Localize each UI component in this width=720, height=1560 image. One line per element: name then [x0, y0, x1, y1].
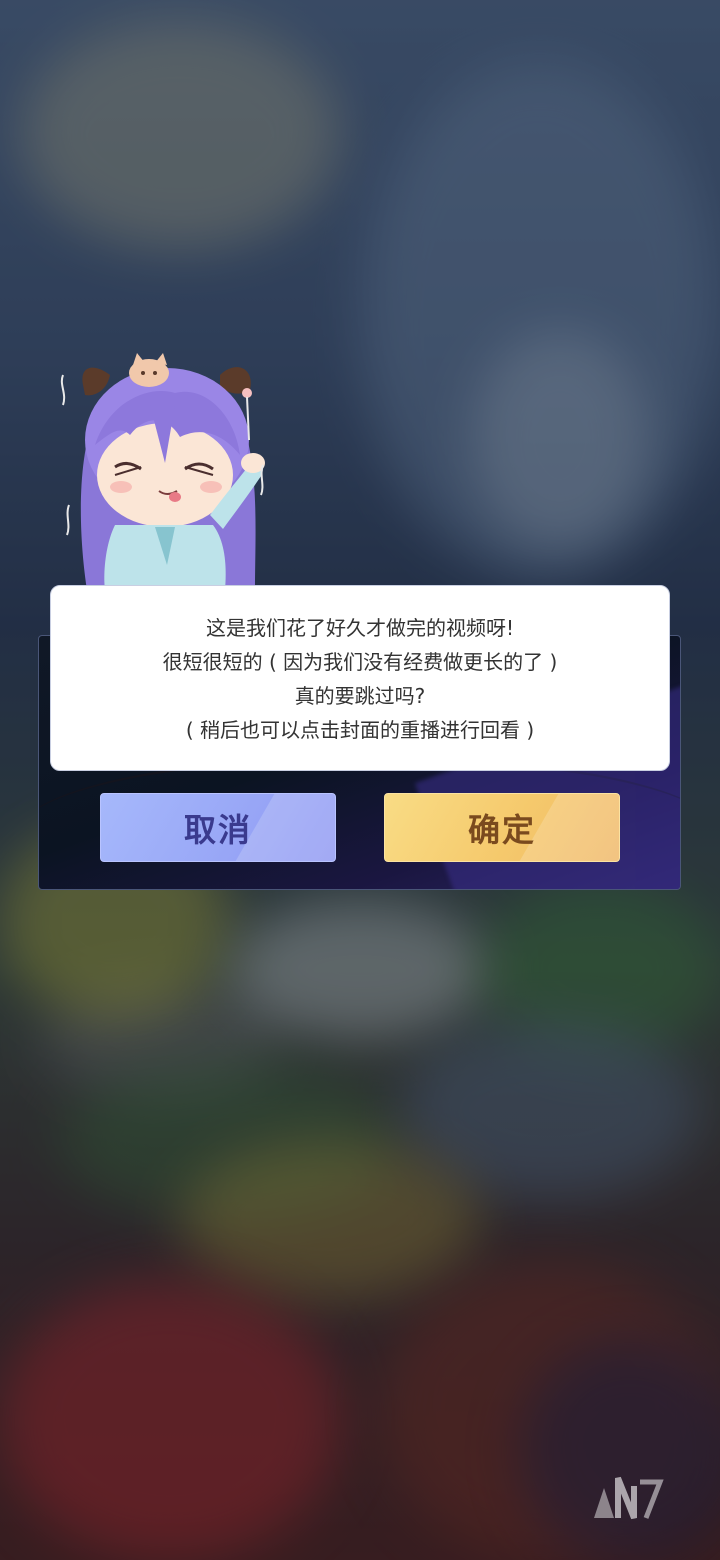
watermark-logo-icon	[588, 1468, 668, 1524]
message-box: 这是我们花了好久才做完的视频呀! 很短很短的 ( 因为我们没有经费做更长的了 )…	[50, 585, 670, 771]
message-line-2: 很短很短的 ( 因为我们没有经费做更长的了 )	[162, 650, 558, 674]
message-line-3: 真的要跳过吗?	[294, 684, 426, 708]
chibi-mascot-icon	[55, 345, 285, 590]
confirm-button[interactable]: 确定	[384, 793, 620, 862]
message-line-1: 这是我们花了好久才做完的视频呀!	[205, 616, 515, 640]
cancel-button[interactable]: 取消	[100, 793, 336, 862]
message-line-4: ( 稍后也可以点击封面的重播进行回看 )	[185, 718, 535, 742]
cancel-button-label: 取消	[183, 810, 252, 849]
confirm-button-label: 确定	[467, 810, 536, 849]
